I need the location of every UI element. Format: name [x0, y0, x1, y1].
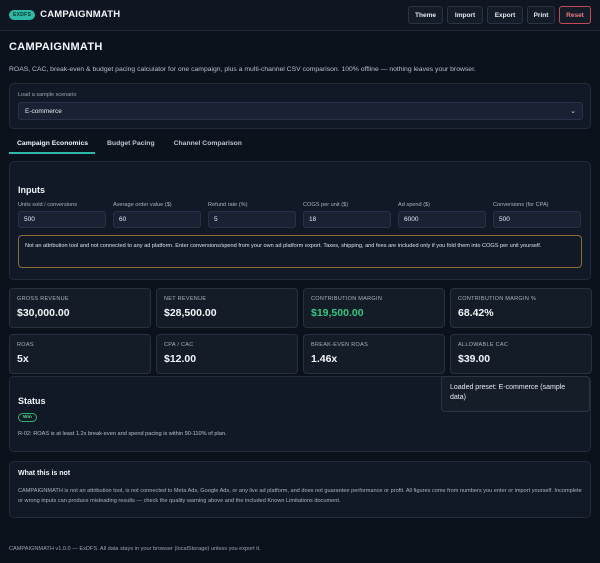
- kpi-value: $12.00: [164, 353, 197, 365]
- scenario-selected-value: E-commerce: [25, 107, 62, 115]
- what-this-is-not-panel: What this is not CAMPAIGNMATH is not an …: [9, 461, 591, 518]
- kpi-label: CPA / CAC: [164, 342, 194, 348]
- tab-campaign-economics[interactable]: Campaign Economics: [9, 137, 96, 154]
- not-title: What this is not: [18, 470, 71, 477]
- kpi-break-even-roas: Break-even ROAS 1.46x: [303, 334, 445, 374]
- kpi-label: Allowable CAC: [458, 342, 509, 348]
- units-sold-input[interactable]: 500: [18, 211, 106, 228]
- cogs-input[interactable]: 18: [303, 211, 391, 228]
- kpi-value: $19,500.00: [311, 307, 364, 319]
- status-text: R-02: ROAS is at least 1.2x break-even a…: [18, 431, 227, 437]
- refund-rate-label: Refund rate (%): [208, 202, 248, 208]
- kpi-gross-revenue: Gross revenue $30,000.00: [9, 288, 151, 328]
- status-title: Status: [18, 396, 46, 406]
- kpi-value: $30,000.00: [17, 307, 70, 319]
- kpi-value: 5x: [17, 353, 29, 365]
- scenario-select[interactable]: E-commerce ⌄: [18, 102, 583, 120]
- not-text: CAMPAIGNMATH is not an attribution tool,…: [18, 488, 582, 504]
- reset-button[interactable]: Reset: [559, 6, 591, 24]
- tab-budget-pacing[interactable]: Budget Pacing: [99, 137, 162, 154]
- inputs-panel: Inputs Units sold / conversions 500 Aver…: [9, 161, 591, 280]
- kpi-label: Contribution margin %: [458, 296, 537, 302]
- page-subtitle: ROAS, CAC, break-even & budget pacing ca…: [9, 66, 476, 73]
- export-button[interactable]: Export: [487, 6, 523, 24]
- import-button[interactable]: Import: [447, 6, 483, 24]
- aov-label: Average order value ($): [113, 202, 172, 208]
- conversions-label: Conversions (for CPA): [493, 202, 549, 208]
- attribution-notice: Not an attribution tool and not connecte…: [18, 235, 582, 268]
- chevron-down-icon: ⌄: [570, 108, 576, 115]
- refund-rate-input[interactable]: 5: [208, 211, 296, 228]
- theme-button[interactable]: Theme: [408, 6, 443, 24]
- cogs-label: COGS per unit ($): [303, 202, 349, 208]
- kpi-contribution-margin: Contribution margin $19,500.00: [303, 288, 445, 328]
- conversions-input[interactable]: 500: [493, 211, 581, 228]
- page-title: CAMPAIGNMATH: [9, 41, 103, 53]
- kpi-cpa-cac: CPA / CAC $12.00: [156, 334, 298, 374]
- scenario-label: Load a sample scenario: [18, 92, 77, 98]
- kpi-label: ROAS: [17, 342, 34, 348]
- scenario-panel: Load a sample scenario E-commerce ⌄: [9, 83, 591, 129]
- status-badge: Win: [18, 413, 37, 422]
- kpi-roas: ROAS 5x: [9, 334, 151, 374]
- kpi-value: 1.46x: [311, 353, 338, 365]
- print-button[interactable]: Print: [527, 6, 555, 24]
- kpi-net-revenue: Net revenue $28,500.00: [156, 288, 298, 328]
- preset-toast: Loaded preset: E-commerce (sample data): [441, 376, 590, 412]
- kpi-allowable-cac: Allowable CAC $39.00: [450, 334, 592, 374]
- top-bar: EXDFS CAMPAIGNMATH Theme Import Export P…: [0, 0, 600, 31]
- top-actions: Theme Import Export Print Reset: [408, 6, 591, 24]
- kpi-value: 68.42%: [458, 307, 494, 319]
- inputs-title: Inputs: [18, 185, 45, 195]
- kpi-value: $28,500.00: [164, 307, 217, 319]
- kpi-label: Net revenue: [164, 296, 207, 302]
- units-sold-label: Units sold / conversions: [18, 202, 78, 208]
- brand-badge: EXDFS: [9, 9, 36, 20]
- kpi-label: Break-even ROAS: [311, 342, 369, 348]
- brand-name: CAMPAIGNMATH: [40, 9, 121, 20]
- kpi-value: $39.00: [458, 353, 491, 365]
- brand: EXDFS CAMPAIGNMATH: [9, 9, 120, 20]
- tab-channel-comparison[interactable]: Channel Comparison: [166, 137, 249, 154]
- kpi-label: Contribution margin: [311, 296, 383, 302]
- kpi-contribution-margin-pct: Contribution margin % 68.42%: [450, 288, 592, 328]
- aov-input[interactable]: 60: [113, 211, 201, 228]
- ad-spend-input[interactable]: 6000: [398, 211, 486, 228]
- footer: CAMPAIGNMATH v1.0.0 — ExDFS. All data st…: [9, 546, 261, 552]
- kpi-label: Gross revenue: [17, 296, 69, 302]
- tab-bar: Campaign Economics Budget Pacing Channel…: [9, 137, 249, 154]
- ad-spend-label: Ad spend ($): [398, 202, 431, 208]
